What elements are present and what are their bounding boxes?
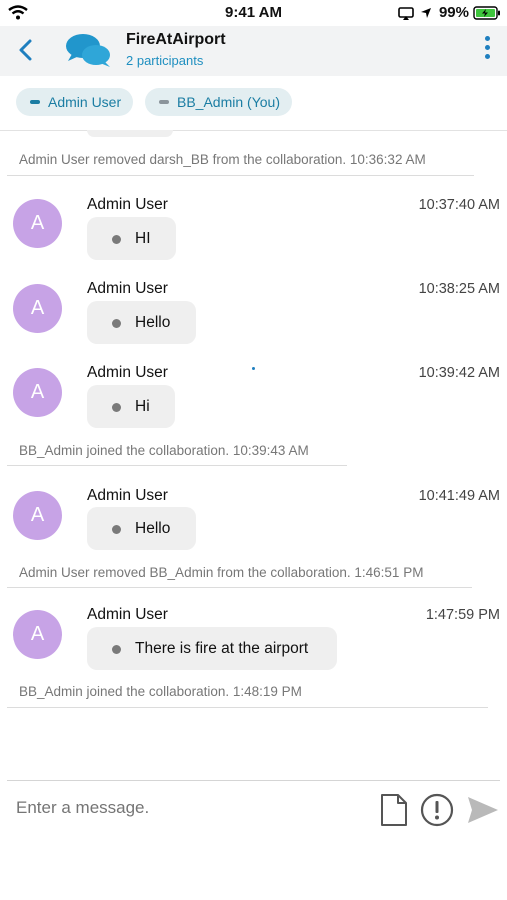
message-text: Hello	[135, 314, 171, 331]
participants-count[interactable]: 2 participants	[126, 53, 203, 68]
message-time: 1:47:59 PM	[425, 607, 500, 623]
participant-chips: Admin User BB_Admin (You)	[0, 76, 507, 131]
message-time: 10:39:42 AM	[418, 365, 500, 381]
bullet-icon	[112, 403, 121, 412]
message-bubble[interactable]: Hello	[87, 301, 196, 344]
avatar: A	[13, 491, 62, 540]
bullet-icon	[112, 645, 121, 654]
system-event-message: Admin User removed BB_Admin from the col…	[19, 565, 424, 580]
avatar: A	[13, 284, 62, 333]
divider	[7, 175, 474, 176]
message-sender: Admin User	[87, 364, 168, 381]
message-time: 10:37:40 AM	[418, 197, 500, 213]
stray-dot	[252, 367, 255, 370]
participant-name: BB_Admin (You)	[177, 94, 280, 110]
avatar: A	[13, 368, 62, 417]
battery-percent: 99%	[438, 4, 469, 21]
back-chevron-icon[interactable]	[16, 38, 36, 62]
message-sender: Admin User	[87, 280, 168, 297]
participant-chip-admin-user[interactable]: Admin User	[16, 88, 134, 116]
attach-document-icon[interactable]	[380, 793, 408, 827]
system-event-message: Admin User removed darsh_BB from the col…	[19, 152, 426, 167]
participant-indicator-icon	[30, 100, 40, 105]
participant-name: Admin User	[48, 94, 122, 110]
message-bubble[interactable]: Hello	[87, 507, 196, 550]
divider	[7, 587, 472, 588]
chat-bubbles-icon	[66, 34, 110, 67]
partial-message-bubble	[87, 130, 173, 137]
send-icon[interactable]	[466, 795, 500, 825]
chat-title: FireAtAirport	[126, 31, 226, 48]
status-bar: 9:41 AM 99%	[0, 0, 507, 26]
message-text: There is fire at the airport	[135, 640, 309, 657]
bullet-icon	[112, 235, 121, 244]
bullet-icon	[112, 319, 121, 328]
message-text: Hi	[135, 398, 150, 415]
divider	[7, 465, 347, 466]
chat-header: FireAtAirport 2 participants	[0, 26, 507, 76]
message-bubble[interactable]: HI	[87, 217, 176, 260]
participant-chip-bb-admin[interactable]: BB_Admin (You)	[145, 88, 292, 116]
message-time: 10:41:49 AM	[418, 488, 500, 504]
message-text: HI	[135, 230, 151, 247]
message-time: 10:38:25 AM	[418, 281, 500, 297]
message-text: Hello	[135, 520, 171, 537]
message-sender: Admin User	[87, 196, 168, 213]
priority-alert-icon[interactable]	[420, 793, 454, 827]
message-sender: Admin User	[87, 487, 168, 504]
system-event-message: BB_Admin joined the collaboration. 1:48:…	[19, 684, 302, 699]
composer-divider	[7, 780, 500, 781]
message-sender: Admin User	[87, 606, 168, 623]
avatar: A	[13, 199, 62, 248]
divider	[7, 707, 488, 708]
bullet-icon	[112, 525, 121, 534]
message-bubble[interactable]: There is fire at the airport	[87, 627, 337, 670]
participant-indicator-icon	[159, 100, 169, 105]
screen-mirroring-icon	[398, 7, 414, 20]
message-bubble[interactable]: Hi	[87, 385, 175, 428]
avatar: A	[13, 610, 62, 659]
location-arrow-icon	[421, 8, 431, 18]
more-options-icon[interactable]	[483, 36, 491, 62]
system-event-message: BB_Admin joined the collaboration. 10:39…	[19, 443, 309, 458]
battery-charging-icon	[473, 6, 500, 20]
message-input[interactable]	[16, 798, 346, 818]
